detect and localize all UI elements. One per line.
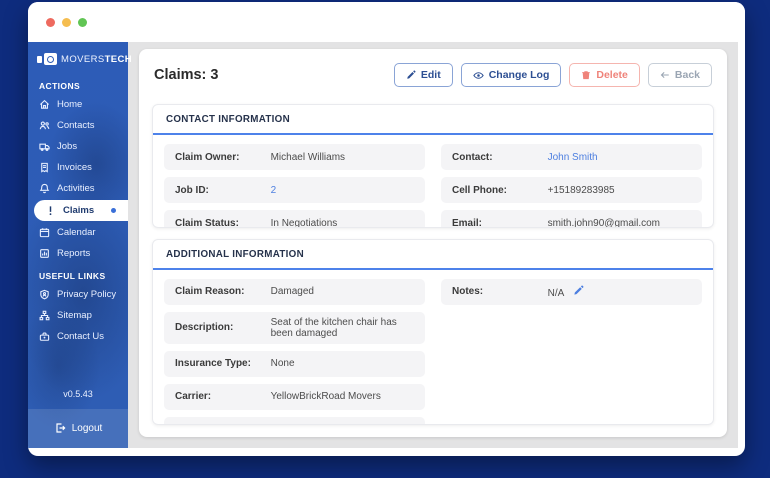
sidebar-item-calendar[interactable]: Calendar (28, 222, 128, 243)
truck-icon (39, 143, 50, 151)
window-titlebar (28, 2, 745, 42)
home-icon (39, 99, 50, 109)
main-content-area: Claims: 3 Edit Change Log Delete Back CO… (128, 42, 738, 448)
field-claim-owner: Claim Owner: Michael Williams (164, 144, 425, 170)
sidebar-item-privacy-policy[interactable]: Privacy Policy (28, 284, 128, 305)
pencil-icon (574, 285, 584, 295)
sidebar-item-jobs[interactable]: Jobs (28, 136, 128, 157)
sitemap-icon (39, 310, 50, 321)
page-title: Claims: 3 (154, 67, 219, 83)
moverstech-box-icon (37, 53, 57, 65)
calendar-icon (39, 228, 50, 238)
trash-icon (582, 71, 591, 80)
app-version: v0.5.43 (63, 389, 93, 399)
arrow-left-icon (660, 71, 669, 79)
field-contact: Contact: John Smith (441, 144, 702, 170)
app-window: MOVERSTECH ACTIONS Home Contacts Jobs In… (28, 2, 745, 456)
sidebar-section-useful-links: USEFUL LINKS (39, 271, 106, 281)
change-log-button[interactable]: Change Log (460, 63, 562, 87)
sidebar-item-invoices[interactable]: Invoices (28, 157, 128, 178)
edit-button[interactable]: Edit (393, 63, 453, 87)
field-job-id: Job ID: 2 (164, 177, 425, 203)
field-email: Email: smith.john90@gmail.com (441, 210, 702, 227)
field-description: Description: Seat of the kitchen chair h… (164, 311, 425, 344)
field-claim-status: Claim Status: In Negotiations (164, 210, 425, 227)
active-indicator-dot (111, 208, 116, 213)
moverstech-logo[interactable]: MOVERSTECH (28, 42, 132, 74)
eye-icon (472, 71, 484, 79)
card-header: Claims: 3 Edit Change Log Delete Back (152, 61, 714, 93)
logout-button[interactable]: Logout (28, 409, 128, 448)
edit-notes-button[interactable] (573, 285, 584, 296)
reports-icon (40, 249, 49, 258)
sidebar-item-activities[interactable]: Activities (28, 178, 128, 199)
contacts-icon (39, 121, 50, 130)
invoice-icon (41, 162, 48, 173)
logo-text: MOVERSTECH (61, 53, 133, 65)
sidebar-item-contacts[interactable]: Contacts (28, 115, 128, 136)
sidebar-item-reports[interactable]: Reports (28, 243, 128, 264)
field-insurance-type: Insurance Type: None (164, 350, 425, 377)
job-id-link[interactable]: 2 (271, 185, 414, 196)
additional-information-section: ADDITIONAL INFORMATION Claim Reason: Dam… (152, 238, 714, 425)
section-title: CONTACT INFORMATION (166, 114, 290, 125)
close-window-icon[interactable] (46, 17, 55, 27)
sidebar-item-home[interactable]: Home (28, 94, 128, 115)
activities-icon (39, 183, 50, 194)
sidebar-item-contact-us[interactable]: Contact Us (28, 326, 128, 347)
contact-link[interactable]: John Smith (548, 152, 691, 163)
section-title: ADDITIONAL INFORMATION (166, 248, 304, 260)
sidebar-section-actions: ACTIONS (39, 81, 81, 91)
sidebar-item-claims[interactable]: Claims (34, 200, 128, 221)
claims-detail-card: Claims: 3 Edit Change Log Delete Back CO… (139, 49, 727, 437)
logout-icon (56, 423, 66, 433)
contact-us-icon (39, 332, 50, 341)
sidebar: MOVERSTECH ACTIONS Home Contacts Jobs In… (28, 42, 132, 448)
pencil-icon (407, 70, 416, 79)
field-refund-amount: Refund Amount: $20.00 (164, 416, 425, 424)
contact-information-section: CONTACT INFORMATION Claim Owner: Michael… (152, 104, 714, 228)
traffic-lights (46, 17, 87, 27)
exclamation-icon (49, 206, 52, 216)
field-claim-reason: Claim Reason: Damaged (164, 278, 425, 305)
action-buttons: Edit Change Log Delete Back (393, 63, 712, 87)
field-cell-phone: Cell Phone: +15189283985 (441, 177, 702, 203)
field-notes: Notes: N/A (441, 278, 702, 305)
delete-button[interactable]: Delete (569, 63, 640, 87)
field-carrier: Carrier: YellowBrickRoad Movers (164, 383, 425, 410)
back-button[interactable]: Back (647, 63, 712, 87)
zoom-window-icon[interactable] (78, 17, 87, 27)
sidebar-item-sitemap[interactable]: Sitemap (28, 305, 128, 326)
minimize-window-icon[interactable] (62, 17, 71, 27)
privacy-icon (40, 289, 49, 300)
